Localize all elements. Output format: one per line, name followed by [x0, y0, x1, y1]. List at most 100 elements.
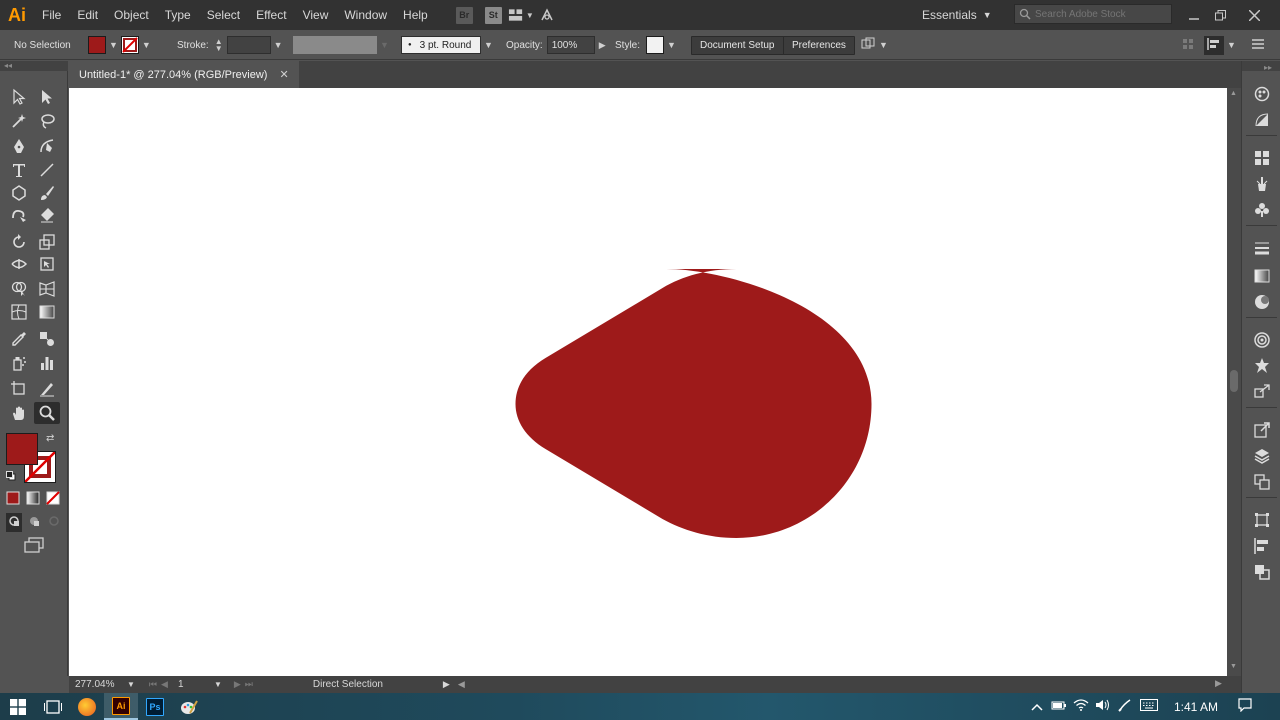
- workspace-switcher[interactable]: Essentials ▼: [922, 0, 992, 30]
- artboard-nav-prev-icon[interactable]: ⏮◀: [149, 679, 172, 690]
- menu-type[interactable]: Type: [157, 0, 199, 30]
- draw-normal-icon[interactable]: [6, 513, 22, 532]
- perspective-grid-tool-icon[interactable]: [34, 277, 60, 299]
- restore-icon[interactable]: [1208, 0, 1232, 30]
- stroke-weight-stepper[interactable]: ▲ ▼: [215, 38, 223, 53]
- brush-definition[interactable]: ● 3 pt. Round: [401, 36, 481, 54]
- default-colors-icon[interactable]: [6, 471, 16, 484]
- curvature-tool-icon[interactable]: [34, 135, 60, 157]
- polygon-tool-icon[interactable]: [6, 182, 32, 204]
- bridge-button[interactable]: Br: [455, 6, 473, 24]
- artboard-tool-icon[interactable]: [6, 378, 32, 400]
- menu-file[interactable]: File: [34, 0, 69, 30]
- control-menu-icon[interactable]: [1252, 38, 1264, 52]
- appearance-panel-icon[interactable]: [1250, 329, 1274, 351]
- close-icon[interactable]: [1242, 0, 1266, 30]
- slice-tool-icon[interactable]: [34, 378, 60, 400]
- chevron-up-icon[interactable]: [1026, 700, 1048, 714]
- layers-panel-icon[interactable]: [1250, 445, 1274, 467]
- menu-object[interactable]: Object: [106, 0, 157, 30]
- fill-color-front[interactable]: [6, 433, 38, 465]
- chevron-right-icon[interactable]: ▶: [599, 40, 606, 51]
- chevron-down-icon[interactable]: ▼: [484, 40, 493, 50]
- line-segment-tool-icon[interactable]: [34, 159, 60, 181]
- shaper-tool-icon[interactable]: [6, 204, 32, 226]
- document-setup-button[interactable]: Document Setup: [691, 35, 784, 55]
- menu-window[interactable]: Window: [336, 0, 395, 30]
- windows-start-icon[interactable]: [0, 693, 36, 720]
- stock-button[interactable]: St: [484, 6, 502, 24]
- color-panel-icon[interactable]: [1250, 109, 1274, 131]
- symbol-sprayer-tool-icon[interactable]: [6, 352, 32, 374]
- stock-search-input[interactable]: [1035, 8, 1165, 20]
- scale-tool-icon[interactable]: [34, 231, 60, 253]
- action-center-icon[interactable]: [1234, 698, 1256, 715]
- hand-tool-icon[interactable]: [6, 402, 32, 424]
- stroke-panel-icon[interactable]: [1250, 237, 1274, 259]
- blend-tool-icon[interactable]: [34, 328, 60, 350]
- menu-help[interactable]: Help: [395, 0, 436, 30]
- teardrop-shape[interactable]: [515, 269, 872, 538]
- lasso-tool-icon[interactable]: [34, 110, 60, 132]
- chevron-down-icon[interactable]: ▼: [274, 40, 283, 50]
- transform-panel-icon[interactable]: [1250, 509, 1274, 531]
- magic-wand-tool-icon[interactable]: [6, 110, 32, 132]
- pen-workspace-icon[interactable]: [1114, 698, 1136, 715]
- stroke-weight-field[interactable]: [226, 36, 271, 54]
- battery-icon[interactable]: [1048, 699, 1070, 714]
- arrange-icon[interactable]: [860, 37, 876, 54]
- scroll-up-icon[interactable]: ▲: [1230, 90, 1237, 97]
- graphic-styles-panel-icon[interactable]: [1250, 355, 1274, 377]
- scroll-right-icon[interactable]: ▶: [1215, 678, 1222, 689]
- mesh-tool-icon[interactable]: [6, 301, 32, 323]
- chevron-down-icon[interactable]: ▼: [214, 680, 222, 689]
- selection-tool-icon[interactable]: [6, 86, 32, 108]
- export-asset-icon[interactable]: [1250, 419, 1274, 441]
- photoshop-taskbar-icon[interactable]: Ps: [138, 693, 172, 720]
- illustrator-taskbar-icon[interactable]: Ai: [104, 693, 138, 720]
- menu-edit[interactable]: Edit: [69, 0, 106, 30]
- artboards-panel-icon[interactable]: [1250, 471, 1274, 493]
- column-graph-tool-icon[interactable]: [34, 352, 60, 374]
- align-options-icon[interactable]: [1204, 35, 1224, 55]
- draw-inside-icon[interactable]: [48, 515, 60, 530]
- transparency-panel-icon[interactable]: [1250, 291, 1274, 313]
- zoom-level[interactable]: 277.04%: [75, 679, 127, 690]
- zoom-tool-icon[interactable]: [34, 402, 60, 424]
- taskbar-clock[interactable]: 1:41 AM: [1170, 700, 1222, 714]
- pen-tool-icon[interactable]: [6, 135, 32, 157]
- preferences-button[interactable]: Preferences: [783, 35, 855, 55]
- direct-selection-tool-icon[interactable]: [34, 86, 60, 108]
- swap-colors-icon[interactable]: ⇄: [46, 433, 54, 444]
- chevron-down-icon[interactable]: ▼: [667, 40, 676, 50]
- artboard-nav-next-icon[interactable]: ▶⏭: [234, 679, 257, 690]
- close-tab-icon[interactable]: ✕: [279, 68, 288, 81]
- gradient-mode-button[interactable]: [26, 491, 40, 508]
- width-tool-icon[interactable]: [6, 253, 32, 275]
- chevron-down-icon[interactable]: ▼: [1227, 40, 1236, 50]
- chevron-down-icon[interactable]: ▼: [142, 40, 151, 50]
- variable-width-profile[interactable]: [293, 36, 377, 54]
- eyedropper-tool-icon[interactable]: [6, 328, 32, 350]
- rotate-tool-icon[interactable]: [6, 231, 32, 253]
- toolbar-collapse-bar[interactable]: ◂◂: [0, 61, 68, 71]
- paintbrush-tool-icon[interactable]: [34, 182, 60, 204]
- gradient-panel-icon[interactable]: [1250, 265, 1274, 287]
- screen-mode-icon[interactable]: [24, 537, 44, 556]
- color-mode-button[interactable]: [6, 491, 20, 508]
- paint-taskbar-icon[interactable]: [172, 693, 206, 720]
- stroke-swatch[interactable]: [120, 36, 139, 54]
- color-guide-icon[interactable]: [1250, 83, 1274, 105]
- graphic-style-swatch[interactable]: [646, 36, 665, 54]
- keyboard-icon[interactable]: [1136, 699, 1162, 714]
- vertical-scroll-thumb[interactable]: [1230, 370, 1238, 392]
- vertical-scrollbar[interactable]: ▲ ▼: [1227, 88, 1241, 676]
- chevron-down-icon[interactable]: ▼: [127, 680, 135, 689]
- status-menu-arrow-icon[interactable]: ▶: [443, 679, 450, 690]
- menu-view[interactable]: View: [295, 0, 337, 30]
- menu-effect[interactable]: Effect: [248, 0, 294, 30]
- artboard-number[interactable]: 1: [178, 679, 214, 690]
- opacity-field[interactable]: 100%: [546, 36, 595, 54]
- task-view-icon[interactable]: [36, 693, 70, 720]
- chevron-down-icon[interactable]: ▼: [109, 40, 118, 50]
